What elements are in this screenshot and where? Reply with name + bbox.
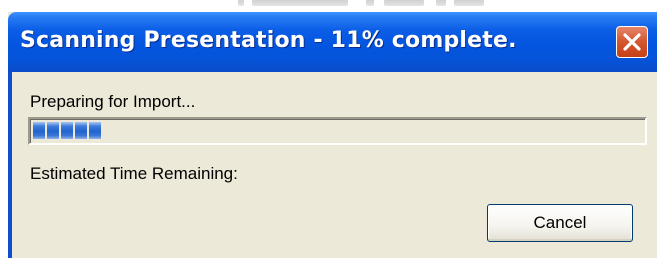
progress-segment [47,122,59,139]
progress-segment [61,122,73,139]
window-frame-left [8,72,12,258]
status-text: Preparing for Import... [30,92,196,111]
estimated-time-label: Estimated Time Remaining: [30,164,238,183]
progress-segment [33,122,45,139]
close-icon [623,33,641,51]
background-cropped-text [238,0,488,6]
close-button[interactable] [616,26,648,58]
cancel-button[interactable]: Cancel [487,204,633,242]
background-window-edge [0,0,657,12]
progress-segment [75,122,87,139]
progress-bar [28,117,647,145]
progress-segment [89,122,101,139]
title-bar[interactable]: Scanning Presentation - 11% complete. [8,12,657,72]
dialog-title: Scanning Presentation - 11% complete. [20,28,517,53]
progress-dialog: Scanning Presentation - 11% complete. Pr… [8,12,657,258]
screen: Scanning Presentation - 11% complete. Pr… [0,0,657,258]
progress-bar-fill [33,122,101,139]
